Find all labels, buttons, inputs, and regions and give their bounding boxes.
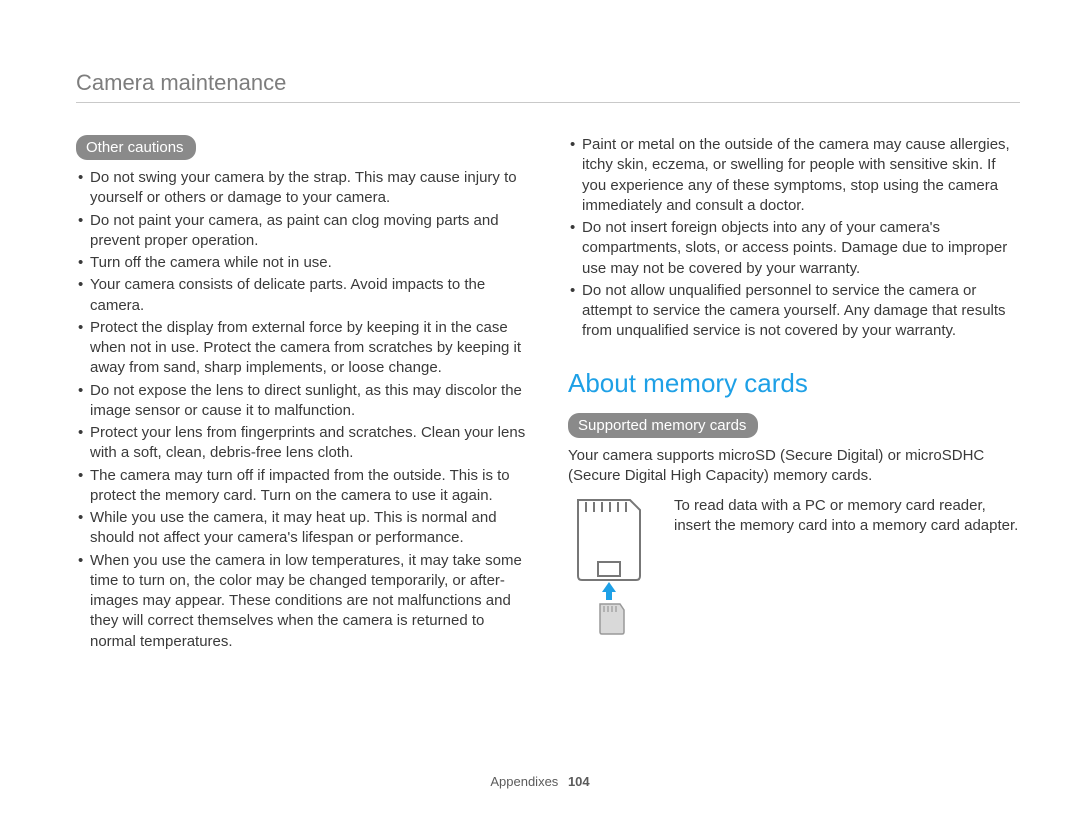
list-item: Do not expose the lens to direct sunligh…	[76, 381, 528, 422]
list-item: Do not allow unqualified personnel to se…	[568, 281, 1020, 342]
continued-cautions-list: Paint or metal on the outside of the cam…	[568, 135, 1020, 342]
adapter-instruction-text: To read data with a PC or memory card re…	[674, 496, 1020, 537]
list-item: The camera may turn off if impacted from…	[76, 466, 528, 507]
list-item: Do not swing your camera by the strap. T…	[76, 168, 528, 209]
micro-sd-icon	[600, 604, 624, 634]
supported-cards-intro: Your camera supports microSD (Secure Dig…	[568, 446, 1020, 487]
list-item: Protect the display from external force …	[76, 318, 528, 379]
left-column: Other cautions Do not swing your camera …	[76, 135, 528, 654]
list-item: Your camera consists of delicate parts. …	[76, 275, 528, 316]
manual-page: Camera maintenance Other cautions Do not…	[0, 0, 1080, 815]
list-item: Paint or metal on the outside of the cam…	[568, 135, 1020, 216]
footer-section-label: Appendixes	[490, 774, 558, 789]
list-item: While you use the camera, it may heat up…	[76, 508, 528, 549]
list-item: Do not insert foreign objects into any o…	[568, 218, 1020, 279]
pill-supported-memory-cards: Supported memory cards	[568, 413, 758, 438]
list-item: Protect your lens from fingerprints and …	[76, 423, 528, 464]
footer-page-number: 104	[568, 774, 590, 789]
list-item: When you use the camera in low temperatu…	[76, 551, 528, 652]
sd-adapter-icon	[568, 496, 656, 636]
pill-other-cautions: Other cautions	[76, 135, 196, 160]
page-footer: Appendixes 104	[0, 774, 1080, 789]
page-title: Camera maintenance	[76, 70, 1020, 96]
arrow-up-icon	[602, 582, 616, 600]
list-item: Do not paint your camera, as paint can c…	[76, 211, 528, 252]
other-cautions-list: Do not swing your camera by the strap. T…	[76, 168, 528, 652]
header-divider	[76, 102, 1020, 103]
sd-adapter-figure	[568, 496, 656, 641]
right-column: Paint or metal on the outside of the cam…	[568, 135, 1020, 654]
two-column-layout: Other cautions Do not swing your camera …	[76, 135, 1020, 654]
section-heading-about-memory-cards: About memory cards	[568, 368, 1020, 399]
list-item: Turn off the camera while not in use.	[76, 253, 528, 273]
adapter-illustration-row: To read data with a PC or memory card re…	[568, 496, 1020, 641]
